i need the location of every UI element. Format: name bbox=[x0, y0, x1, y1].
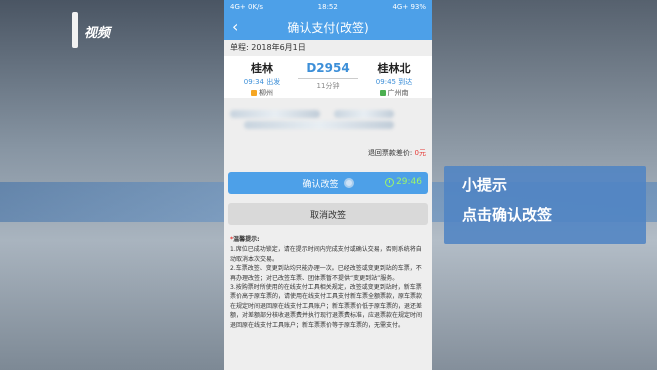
tips-title-text: 温馨提示: bbox=[233, 236, 260, 243]
status-time: 18:52 bbox=[317, 3, 338, 11]
hint-instruction: 点击确认改签 bbox=[462, 206, 553, 224]
blurred-block bbox=[244, 121, 394, 129]
arrival-terminus-label: 广州南 bbox=[387, 89, 409, 97]
phone-screen: 4G+ 0K/s 18:52 4G+ 93% ‹ 确认支付(改签) 单程: 20… bbox=[224, 0, 432, 370]
logo-bar bbox=[72, 12, 78, 48]
tip-item: 1.席位已成功锁定，请在提示时间内完成支付或确认交易，否则系统将自动取消本次交易… bbox=[230, 246, 422, 263]
trip-date: 单程: 2018年6月1日 bbox=[224, 40, 432, 56]
nav-bar: ‹ 确认支付(改签) bbox=[224, 14, 432, 40]
refund-difference-amount: 0元 bbox=[414, 149, 426, 157]
trip-card: 桂林 09:34 出发 柳州 D2954 11分钟 桂林北 09:45 到达 广… bbox=[224, 56, 432, 98]
confirm-change-label: 确认改签 bbox=[302, 179, 339, 190]
arrival-name: 桂林北 bbox=[377, 62, 411, 75]
hint-overlay: 小提示 点击确认改签 bbox=[444, 166, 646, 244]
countdown-value: 29:46 bbox=[396, 177, 422, 187]
train-info: D2954 11分钟 bbox=[294, 61, 362, 91]
arrival-terminus: 广州南 bbox=[364, 88, 424, 98]
confirm-change-button[interactable]: 确认改签 29:46 bbox=[228, 172, 428, 194]
terminus-square-icon bbox=[379, 90, 386, 96]
cancel-change-label: 取消改签 bbox=[309, 210, 346, 221]
departure-station: 桂林 09:34 出发 柳州 bbox=[232, 60, 292, 98]
logo-text: 视频 bbox=[84, 26, 111, 41]
loading-spinner-icon bbox=[343, 178, 354, 188]
blurred-block bbox=[230, 110, 320, 118]
battery-level: 93% bbox=[410, 3, 426, 11]
train-number: D2954 bbox=[306, 61, 350, 75]
clock-icon bbox=[385, 177, 395, 187]
countdown-timer: 29:46 bbox=[385, 177, 422, 187]
refund-difference-label: 退回票款差价: bbox=[367, 149, 415, 157]
status-right: 4G+ 93% bbox=[392, 3, 426, 11]
departure-time: 09:34 出发 bbox=[243, 78, 281, 86]
departure-name: 桂林 bbox=[251, 62, 273, 75]
status-left: 4G+ 0K/s bbox=[230, 3, 263, 11]
arrival-time: 09:45 到达 bbox=[375, 78, 413, 86]
back-chevron-icon[interactable]: ‹ bbox=[232, 17, 238, 36]
tips-section: *温馨提示: 1.席位已成功锁定，请在提示时间内完成支付或确认交易，否则系统将自… bbox=[230, 235, 426, 330]
video-logo: 视频 bbox=[72, 12, 132, 48]
network-speed: 0K/s bbox=[247, 3, 264, 11]
cancel-change-button[interactable]: 取消改签 bbox=[228, 203, 428, 225]
network-indicator: 4G+ bbox=[230, 3, 246, 11]
hint-title: 小提示 bbox=[462, 176, 508, 194]
tips-title: *温馨提示: bbox=[230, 235, 426, 244]
origin-square-icon bbox=[251, 90, 257, 96]
blurred-block bbox=[334, 110, 394, 118]
status-bar: 4G+ 0K/s 18:52 4G+ 93% bbox=[224, 0, 432, 14]
departure-origin: 柳州 bbox=[232, 88, 292, 98]
refund-difference: 退回票款差价: 0元 bbox=[368, 148, 426, 158]
page-title: 确认支付(改签) bbox=[287, 20, 369, 35]
tip-item: 2.车票改签、变更到站均只能办理一次。已经改签或变更到站的车票，不再办理改签；对… bbox=[230, 265, 422, 282]
train-duration: 11分钟 bbox=[316, 82, 340, 90]
network-indicator-right: 4G+ bbox=[392, 3, 409, 11]
train-divider bbox=[298, 78, 358, 79]
tip-item: 3.按购票时所使用的在线支付工具相关规定，改签或变更到站时，新车票票价高于原车票… bbox=[230, 284, 423, 329]
departure-origin-label: 柳州 bbox=[259, 89, 273, 97]
blurred-passenger-info bbox=[224, 108, 432, 130]
arrival-station: 桂林北 09:45 到达 广州南 bbox=[364, 60, 424, 98]
